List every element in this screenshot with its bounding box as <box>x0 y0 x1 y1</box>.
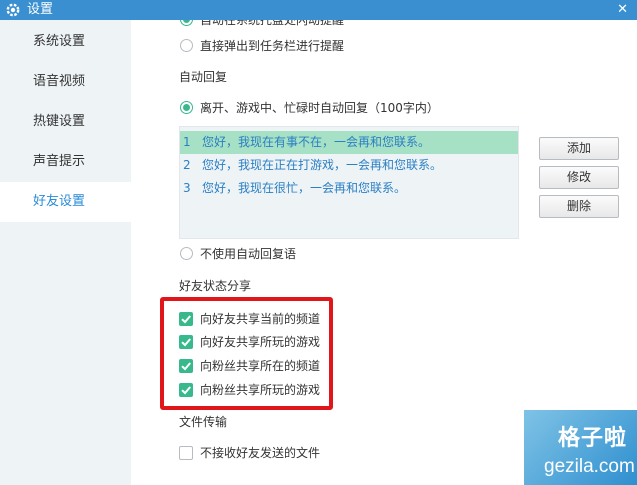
radio-enable-auto-reply-label: 离开、游戏中、忙碌时自动回复（100字内） <box>200 101 439 115</box>
close-icon[interactable]: ✕ <box>617 2 628 18</box>
list-item-number: 1 <box>183 135 191 149</box>
window-title: 设置 <box>27 2 54 17</box>
checkbox-reject-files-label: 不接收好友发送的文件 <box>200 446 321 460</box>
sidebar-item-hotkeys[interactable]: 热键设置 <box>0 102 131 142</box>
gear-icon <box>6 3 20 17</box>
watermark-logo: 格子啦 gezila.com <box>524 410 637 485</box>
section-title-auto-reply: 自动回复 <box>179 70 228 84</box>
list-item-text: 您好，我现在正在打游戏，一会再和您联系。 <box>202 158 443 172</box>
radio-tray-flash[interactable] <box>180 20 193 26</box>
list-item[interactable]: 3 您好，我现在很忙，一会再和您联系。 <box>180 177 518 200</box>
watermark-domain: gezila.com <box>544 456 635 477</box>
radio-taskbar-popup-label: 直接弹出到任务栏进行提醒 <box>200 39 345 53</box>
highlight-box <box>160 297 333 410</box>
list-item-number: 2 <box>183 158 191 172</box>
list-item-text: 您好，我现在很忙，一会再和您联系。 <box>202 181 407 195</box>
section-title-status-share: 好友状态分享 <box>179 279 252 293</box>
section-title-file-transfer: 文件传输 <box>179 415 228 429</box>
radio-tray-flash-label: 自动在系统托盘处闪动提醒 <box>200 20 345 27</box>
delete-button[interactable]: 删除 <box>539 195 619 218</box>
list-item-text: 您好，我现在有事不在，一会再和您联系。 <box>202 135 431 149</box>
radio-enable-auto-reply[interactable] <box>180 101 193 114</box>
sidebar-item-friends[interactable]: 好友设置 <box>0 182 131 222</box>
checkbox-reject-files[interactable] <box>179 446 193 460</box>
watermark-name: 格子啦 <box>558 426 628 451</box>
sidebar-item-sound[interactable]: 声音提示 <box>0 142 131 182</box>
list-item-number: 3 <box>183 181 191 195</box>
list-item[interactable]: 2 您好，我现在正在打游戏，一会再和您联系。 <box>180 154 518 177</box>
sidebar-item-voice-video[interactable]: 语音视频 <box>0 62 131 102</box>
sidebar-item-system[interactable]: 系统设置 <box>0 22 131 62</box>
radio-disable-auto-reply[interactable] <box>180 247 193 260</box>
add-button[interactable]: 添加 <box>539 137 619 160</box>
radio-disable-auto-reply-label: 不使用自动回复语 <box>200 247 297 261</box>
list-item[interactable]: 1 您好，我现在有事不在，一会再和您联系。 <box>180 131 518 154</box>
radio-taskbar-popup[interactable] <box>180 39 193 52</box>
title-bar: 设置 ✕ <box>0 0 637 20</box>
auto-reply-list: 1 您好，我现在有事不在，一会再和您联系。 2 您好，我现在正在打游戏，一会再和您联… <box>179 126 519 239</box>
sidebar: 系统设置 语音视频 热键设置 声音提示 好友设置 <box>0 20 131 485</box>
edit-button[interactable]: 修改 <box>539 166 619 189</box>
